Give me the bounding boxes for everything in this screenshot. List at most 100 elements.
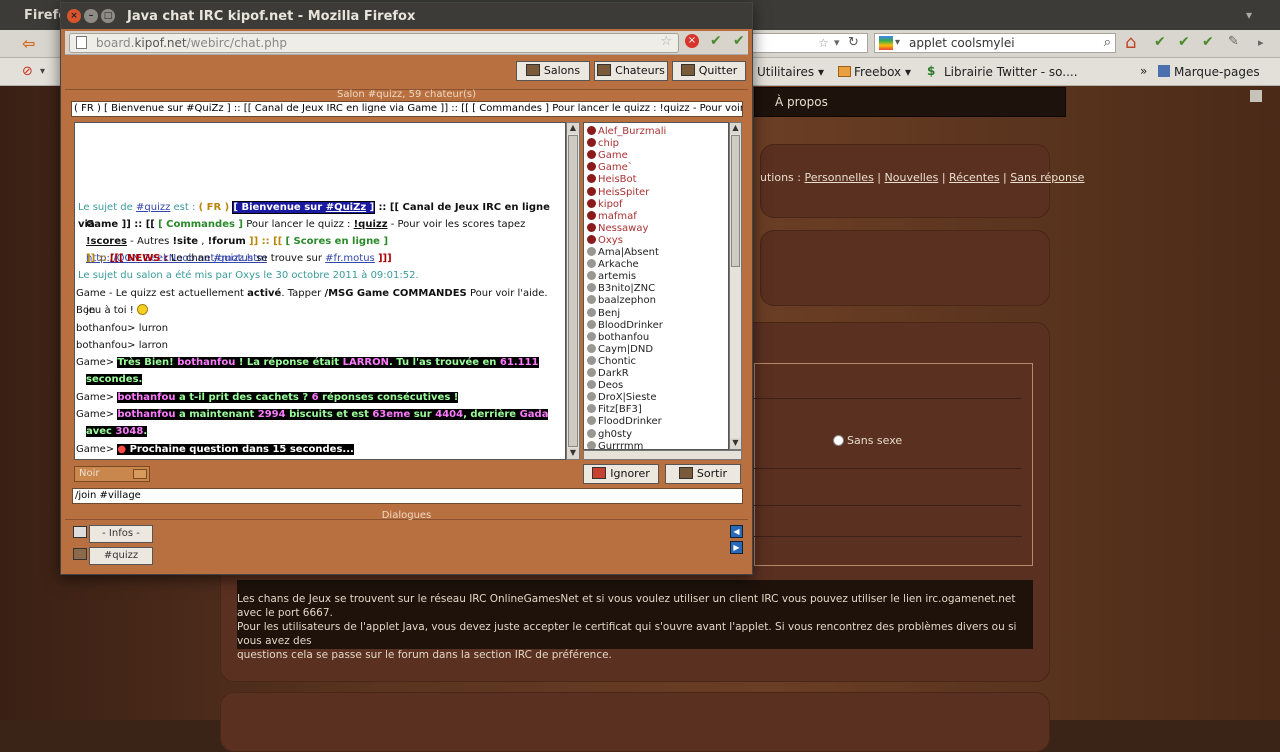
- user-list-item[interactable]: Deos: [587, 380, 623, 392]
- radio-button[interactable]: [833, 435, 844, 446]
- text-color-select[interactable]: Noir: [74, 466, 150, 482]
- user-list-item[interactable]: Arkache: [587, 259, 639, 271]
- popup-url-field[interactable]: board.kipof.net/webirc/chat.php ☆: [69, 33, 679, 53]
- chevron-down-icon[interactable]: [133, 469, 147, 479]
- scrollbar-thumb[interactable]: [731, 135, 740, 267]
- close-window-button[interactable]: ×: [67, 9, 81, 23]
- user-list-item[interactable]: DroX|Sieste: [587, 392, 657, 404]
- user-list-item[interactable]: DarkR: [587, 368, 629, 380]
- user-list-item[interactable]: Nessaway: [587, 222, 648, 235]
- addon-icon[interactable]: ✎: [1228, 34, 1239, 49]
- form-divider: [754, 398, 1022, 399]
- scroll-tabs-down-button[interactable]: ▶: [730, 541, 743, 554]
- user-list-item[interactable]: Game: [587, 150, 628, 162]
- bookmark-star-icon[interactable]: ☆: [660, 34, 672, 49]
- operator-icon: [587, 198, 596, 208]
- background-search-box[interactable]: ▾ applet coolsmylei ⌕: [874, 33, 1116, 53]
- check-icon[interactable]: ✔: [1178, 34, 1190, 50]
- user-list-hscrollbar[interactable]: [583, 450, 742, 460]
- user-list-item[interactable]: Game`: [587, 162, 633, 174]
- user-list-item[interactable]: Ama|Absent: [587, 247, 659, 259]
- dropdown-icon[interactable]: ▾: [40, 66, 45, 77]
- popup-title: Java chat IRC kipof.net - Mozilla Firefo…: [127, 9, 416, 24]
- user-list-scrollbar[interactable]: ▲ ▼: [729, 122, 742, 450]
- no-entry-icon[interactable]: ⊘: [22, 64, 33, 79]
- bookmark-freebox[interactable]: Freebox ▾: [854, 65, 911, 79]
- window-menu-icon[interactable]: ▾: [1246, 8, 1252, 22]
- user-list-item[interactable]: bothanfou: [587, 331, 649, 344]
- bookmark-star-icon[interactable]: ☆: [818, 36, 829, 50]
- back-arrow-icon[interactable]: ⇦: [22, 34, 35, 53]
- maximize-window-button[interactable]: □: [101, 9, 115, 23]
- stop-icon[interactable]: ×: [685, 34, 699, 48]
- user-icon: [587, 368, 596, 377]
- scroll-up-arrow[interactable]: ▲: [730, 123, 741, 134]
- bookmarks-menu-icon: [1158, 65, 1170, 77]
- check-icon[interactable]: ✔: [1154, 34, 1166, 50]
- home-icon[interactable]: ⌂: [1125, 32, 1136, 53]
- channel-link[interactable]: #fr.motus: [325, 253, 375, 264]
- quitter-button[interactable]: Quitter: [672, 61, 746, 81]
- scroll-down-arrow[interactable]: ▼: [567, 448, 579, 459]
- chat-scrollbar[interactable]: ▲ ▼: [566, 122, 580, 460]
- channel-topic-field[interactable]: ( FR ) [ Bienvenue sur #QuiZz ] :: [[ Ca…: [71, 101, 743, 117]
- reload-icon[interactable]: ↻: [848, 35, 859, 50]
- user-list-item[interactable]: HeisSpiter: [587, 186, 649, 199]
- search-engine-dropdown-icon[interactable]: ▾: [895, 37, 900, 48]
- user-list-item[interactable]: B3nito|ZNC: [587, 283, 655, 295]
- user-list-item[interactable]: BloodDrinker: [587, 319, 663, 332]
- link-nouvelles[interactable]: Nouvelles: [885, 171, 939, 184]
- text: . Tapper: [281, 288, 322, 299]
- tab-quizz[interactable]: #quizz: [89, 547, 153, 565]
- link-personnelles[interactable]: Personnelles: [804, 171, 873, 184]
- user-list[interactable]: Alef_Burzmali chip Game Game` HeisBot HeisSpi…: [583, 122, 729, 450]
- user-list-item[interactable]: Benj: [587, 307, 620, 320]
- chateurs-button[interactable]: Chateurs: [594, 61, 668, 81]
- user-list-item[interactable]: Caym|DND: [587, 343, 653, 356]
- dropdown-icon[interactable]: ▾: [834, 36, 840, 49]
- search-icon[interactable]: ⌕: [1104, 35, 1111, 50]
- user-list-item[interactable]: gh0sty: [587, 428, 632, 441]
- background-url-bar[interactable]: ☆ ▾ ↻: [752, 33, 868, 53]
- user-list-item[interactable]: baalzephon: [587, 295, 656, 307]
- radio-sans-sexe[interactable]: Sans sexe: [833, 434, 902, 447]
- menu-item-a-propos[interactable]: À propos: [775, 95, 828, 109]
- user-list-item[interactable]: Oxys: [587, 234, 623, 247]
- user-list-item[interactable]: artemis: [587, 271, 636, 283]
- bookmark-librairie-twitter[interactable]: Librairie Twitter - so....: [944, 65, 1078, 79]
- command-input[interactable]: /join #village: [72, 488, 743, 504]
- user-name: mafmaf: [598, 210, 637, 222]
- user-list-item[interactable]: mafmaf: [587, 210, 637, 223]
- ignorer-button[interactable]: Ignorer: [583, 464, 659, 484]
- scroll-down-arrow[interactable]: ▼: [730, 438, 741, 449]
- link-recentes[interactable]: Récentes: [949, 171, 1000, 184]
- check-icon[interactable]: ✔: [733, 33, 745, 49]
- check-icon[interactable]: ✔: [710, 33, 722, 49]
- bookmark-marque-pages[interactable]: Marque-pages: [1174, 65, 1260, 79]
- minimize-window-button[interactable]: –: [84, 9, 98, 23]
- user-list-item[interactable]: HeisBot: [587, 174, 637, 186]
- bookmarks-overflow-button[interactable]: »: [1140, 64, 1147, 78]
- user-list-item[interactable]: Gurrrmm: [587, 440, 643, 449]
- user-list-item[interactable]: kipof: [587, 198, 623, 211]
- user-list-item[interactable]: FloodDrinker: [587, 416, 662, 428]
- menu-overflow-icon[interactable]: ▸: [1258, 36, 1264, 49]
- user-list-item[interactable]: Alef_Burzmali: [587, 126, 666, 138]
- user-list-item[interactable]: chip: [587, 138, 619, 150]
- link-sans-reponse[interactable]: Sans réponse: [1010, 171, 1084, 184]
- scroll-up-arrow[interactable]: ▲: [567, 123, 579, 134]
- sortir-button[interactable]: Sortir: [665, 464, 741, 484]
- bookmark-utilitaires[interactable]: Utilitaires ▾: [757, 65, 824, 79]
- channel-link[interactable]: #motus: [213, 253, 253, 264]
- user-name: Arkache: [598, 259, 639, 271]
- tab-infos[interactable]: - Infos -: [89, 525, 153, 543]
- salons-button[interactable]: Salons: [516, 61, 590, 81]
- user-list-item[interactable]: Fitz[BF3]: [587, 404, 642, 416]
- scroll-tabs-up-button[interactable]: ◀: [730, 525, 743, 538]
- chat-messages-pane[interactable]: Le sujet de #quizz est : ( FR ) [ Bienve…: [74, 122, 566, 460]
- check-icon[interactable]: ✔: [1202, 34, 1214, 50]
- scrollbar-thumb[interactable]: [568, 135, 578, 447]
- user-list-item[interactable]: Chontic: [587, 355, 636, 368]
- channel-link[interactable]: #quizz: [136, 202, 170, 213]
- operator-icon: [587, 150, 596, 160]
